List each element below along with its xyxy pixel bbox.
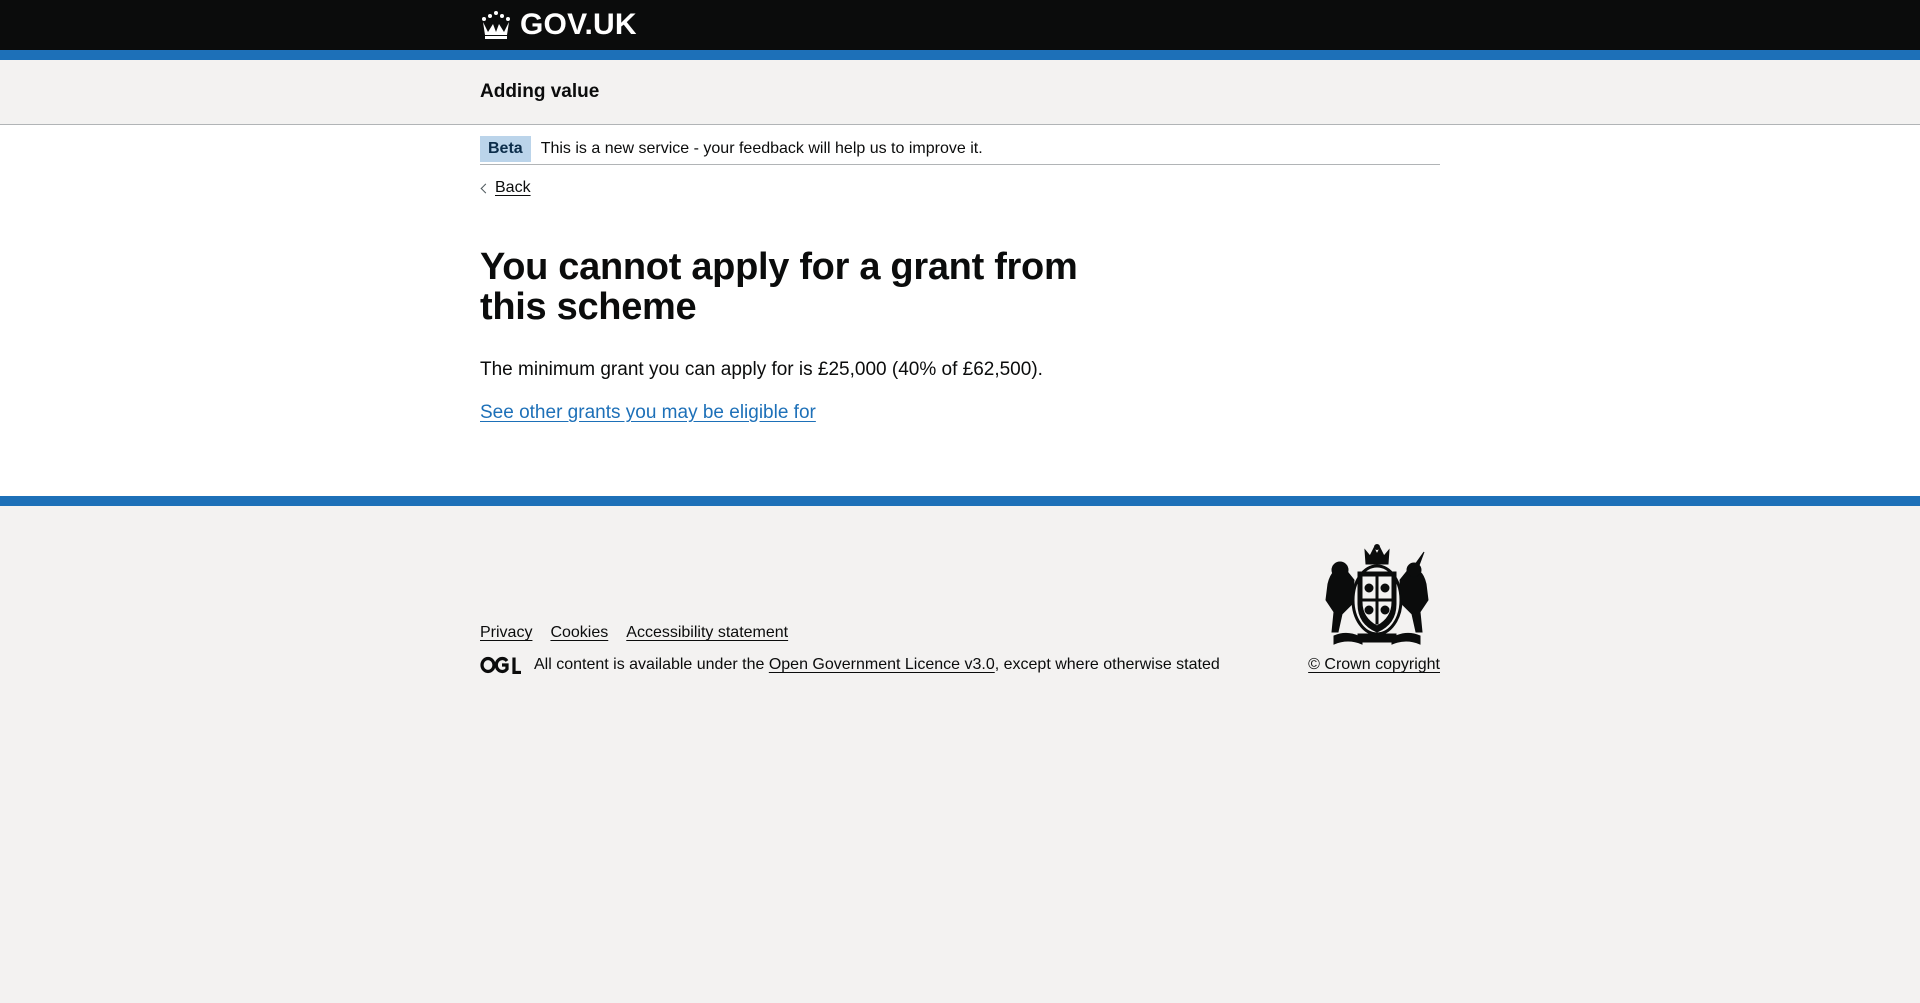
- footer-links: Privacy Cookies Accessibility statement: [480, 624, 788, 642]
- page-title: You cannot apply for a grant from this s…: [480, 246, 1078, 328]
- main-content-area: Beta This is a new service - your feedba…: [0, 125, 1920, 496]
- crown-copyright-link[interactable]: © Crown copyright: [1308, 656, 1440, 674]
- footer-link-cookies[interactable]: Cookies: [550, 624, 608, 642]
- licence-prefix: All content is available under the: [534, 656, 765, 673]
- licence-statement: All content is available under the Open …: [480, 656, 1220, 674]
- phase-banner: Beta This is a new service - your feedba…: [480, 125, 1440, 165]
- beta-tag: Beta: [480, 135, 531, 162]
- govuk-logo-text: GOV.UK: [520, 8, 637, 41]
- govuk-footer: Privacy Cookies Accessibility statement …: [0, 496, 1920, 989]
- crown-icon: [482, 11, 510, 39]
- phase-banner-text: This is a new service - your feedback wi…: [540, 139, 983, 157]
- other-grants-link[interactable]: See other grants you may be eligible for: [480, 402, 816, 424]
- govuk-home-link[interactable]: GOV.UK: [480, 10, 637, 40]
- ogl-logo-icon: [480, 656, 521, 674]
- royal-coat-of-arms-icon: [1325, 544, 1429, 645]
- service-name[interactable]: Adding value: [480, 81, 599, 103]
- licence-link[interactable]: Open Government Licence v3.0: [769, 656, 995, 674]
- back-link[interactable]: Back: [480, 179, 531, 197]
- footer-link-privacy[interactable]: Privacy: [480, 624, 532, 642]
- minimum-grant-text: The minimum grant you can apply for is £…: [480, 359, 1043, 380]
- licence-suffix: , except where otherwise stated: [994, 656, 1220, 673]
- govuk-header: GOV.UK: [0, 0, 1920, 60]
- back-link-label: Back: [495, 179, 531, 196]
- service-navigation: Adding value: [0, 60, 1920, 125]
- footer-link-accessibility[interactable]: Accessibility statement: [626, 624, 788, 642]
- chevron-left-icon: [480, 183, 491, 193]
